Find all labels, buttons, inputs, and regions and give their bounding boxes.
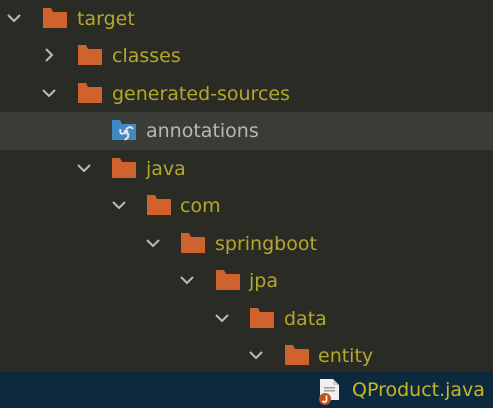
java-file-icon bbox=[319, 379, 339, 405]
folder-icon bbox=[181, 233, 205, 253]
folder-icon bbox=[285, 345, 309, 365]
chevron-down-icon[interactable] bbox=[178, 271, 196, 289]
generated-sources-root-folder-icon bbox=[112, 120, 136, 141]
chevron-down-icon[interactable] bbox=[40, 84, 58, 102]
tree-node-label: springboot bbox=[215, 233, 317, 255]
tree-node-label: entity bbox=[318, 345, 374, 367]
tree-node-label: jpa bbox=[249, 270, 278, 292]
tree-node-jpa[interactable]: jpa bbox=[0, 262, 493, 300]
tree-node-label: target bbox=[77, 8, 135, 30]
tree-node-entity[interactable]: entity bbox=[0, 337, 493, 375]
chevron-down-icon[interactable] bbox=[213, 309, 231, 327]
tree-node-label: java bbox=[146, 158, 186, 180]
tree-node-springboot[interactable]: springboot bbox=[0, 225, 493, 263]
chevron-down-icon[interactable] bbox=[75, 159, 93, 177]
chevron-down-icon[interactable] bbox=[144, 234, 162, 252]
folder-icon bbox=[147, 195, 171, 215]
chevron-down-icon[interactable] bbox=[110, 196, 128, 214]
chevron-down-icon[interactable] bbox=[247, 346, 265, 364]
folder-icon bbox=[78, 83, 102, 103]
folder-icon bbox=[216, 270, 240, 290]
tree-node-com[interactable]: com bbox=[0, 187, 493, 225]
tree-node-java[interactable]: java bbox=[0, 150, 493, 188]
folder-icon bbox=[250, 308, 274, 328]
tree-node-target[interactable]: target bbox=[0, 0, 493, 38]
tree-node-label: com bbox=[180, 195, 221, 217]
tree-node-annotations[interactable]: annotations bbox=[0, 112, 493, 150]
chevron-right-icon[interactable] bbox=[40, 46, 58, 64]
tree-node-label: generated-sources bbox=[112, 83, 290, 105]
chevron-down-icon[interactable] bbox=[5, 9, 23, 27]
folder-icon bbox=[43, 8, 67, 28]
tree-node-classes[interactable]: classes bbox=[0, 37, 493, 75]
tree-node-generated-sources[interactable]: generated-sources bbox=[0, 75, 493, 113]
tree-node-label: data bbox=[284, 308, 327, 330]
folder-icon bbox=[78, 45, 102, 65]
tree-node-label: classes bbox=[112, 45, 181, 67]
tree-node-label: annotations bbox=[146, 120, 259, 142]
tree-node-qproduct-java[interactable]: QProduct.java bbox=[0, 372, 493, 408]
project-tree: target classes generated-sources annotat… bbox=[0, 0, 493, 408]
tree-node-data[interactable]: data bbox=[0, 300, 493, 338]
tree-node-label: QProduct.java bbox=[352, 379, 485, 401]
folder-icon bbox=[112, 158, 136, 178]
